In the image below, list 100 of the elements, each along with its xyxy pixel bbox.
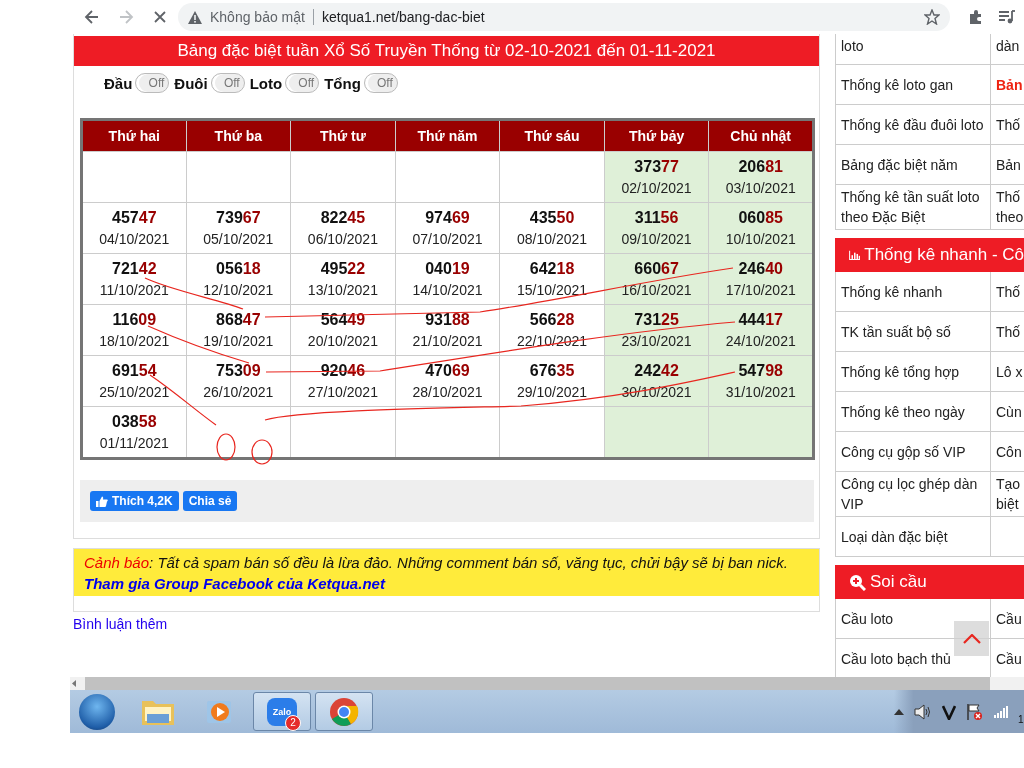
menu-link[interactable]: Thống kê tần suất loto theo Đặc Biệt [841,187,985,227]
menu-link[interactable]: TK tần suất bộ số [841,321,951,342]
star-icon[interactable] [924,9,940,25]
toggle-switch[interactable]: Off [285,73,320,93]
puzzle-icon[interactable] [968,9,984,25]
result-date: 22/10/2021 [516,333,589,349]
url-text[interactable]: ketqua1.net/bang-dac-biet [321,9,485,25]
result-date: 18/10/2021 [98,333,171,349]
result-date: 04/10/2021 [98,231,171,247]
result-date: 13/10/2021 [306,282,379,298]
menu-link[interactable]: Thống kê tổng hợp [841,361,960,382]
menu-link[interactable]: Thố [996,321,1021,342]
menu-link[interactable]: Bản [996,154,1021,175]
result-number: 97469 [424,209,471,227]
result-number: 72142 [111,260,158,278]
menu-link[interactable]: Thố [996,281,1021,302]
result-date: 21/10/2021 [411,333,484,349]
menu-link[interactable]: Thố theo [996,187,1024,227]
taskbar-button[interactable] [315,692,373,731]
warning-icon[interactable] [188,10,202,24]
media-icon[interactable] [998,9,1016,25]
column-header: Thứ tư [290,119,396,152]
menu-link[interactable]: Tạo biệt [996,474,1021,514]
result-date: 27/10/2021 [306,384,379,400]
v-icon[interactable] [942,703,956,720]
flag-icon[interactable] [966,702,984,721]
menu-link[interactable]: Thống kê đầu đuôi loto [841,114,984,135]
result-date: 24/10/2021 [724,333,797,349]
page-title: Bảng đặc biệt tuần Xổ Số Truyền Thống từ 02-10-2021 đến 01-11-2021 [74,36,819,66]
signal-icon[interactable] [994,705,1008,718]
toggle-label: Đuôi [174,74,208,92]
menu-link[interactable]: Cầu [996,608,1022,629]
column-header: Thứ bảy [604,119,709,152]
result-number: 11609 [111,311,158,329]
menu-link[interactable]: dàn [996,36,1020,56]
menu-link[interactable]: Bản [996,74,1023,95]
result-date: 09/10/2021 [620,231,693,247]
result-date: 23/10/2021 [620,333,693,349]
like-button[interactable]: Thích 4,2K [90,491,179,511]
toggle-label: Tổng [324,74,361,92]
column-header: Thứ ba [186,119,291,152]
start-button[interactable] [79,693,115,730]
share-button[interactable]: Chia sẻ [182,491,238,511]
menu-link[interactable]: Công cụ gộp số VIP [841,441,966,462]
result-date: 03/10/2021 [724,180,797,196]
column-header: Chủ nhật [708,119,814,152]
result-date: 28/10/2021 [411,384,484,400]
result-number: 93188 [424,311,471,329]
result-number: 31156 [633,209,680,227]
menu-link[interactable]: Bảng đặc biệt năm [841,154,958,175]
result-date: 26/10/2021 [202,384,275,400]
result-number: 69154 [111,362,158,380]
menu-link[interactable]: Loại dàn đặc biệt [841,526,948,547]
menu-link[interactable]: Thống kê nhanh [841,281,943,302]
facebook-group-link[interactable]: Tham gia Group Facebook của Ketqua.net [84,573,809,594]
notification-badge: 2 [285,715,301,731]
result-number: 24640 [737,260,784,278]
taskbar-button[interactable]: Zalo 2 [253,692,311,731]
menu-link[interactable]: Thố [996,114,1021,135]
toggle-switch[interactable]: Off [135,73,170,93]
menu-link[interactable]: Cùn [996,401,1022,422]
result-date: 05/10/2021 [202,231,275,247]
result-date: 17/10/2021 [724,282,797,298]
back-to-top-button[interactable] [954,621,989,656]
menu-link[interactable]: Cầu [996,648,1022,669]
result-number: 20681 [737,158,784,176]
result-date: 10/10/2021 [724,231,797,247]
browser-icon[interactable] [329,696,359,727]
scroll-left-icon[interactable] [70,679,79,688]
speaker-icon[interactable] [914,703,932,720]
result-date: 19/10/2021 [202,333,275,349]
toggle-switch[interactable]: Off [210,73,245,93]
menu-link[interactable]: loto [841,36,864,56]
security-label[interactable]: Không bảo mật [210,9,305,25]
result-number: 67635 [528,362,576,380]
more-comments-link[interactable]: Bình luận thêm [73,616,168,632]
toggle-label: Loto [249,74,283,92]
menu-link[interactable]: Lô x [996,361,1023,382]
result-date: 14/10/2021 [411,282,484,298]
warning-text: Cảnh báo: Tất cả spam bán số đều là lừa đảo. Những comment bán số, văng tục, chửi bậy sẽ bị ban nick. [84,553,789,573]
toggle-label: Đầu [104,74,133,92]
menu-link[interactable]: Công cụ lọc ghép dàn VIP [841,474,985,514]
thumbs-up-icon [96,495,108,507]
result-number: 66067 [633,260,680,278]
menu-link[interactable]: Cầu loto [841,608,894,629]
result-number: 73125 [633,311,680,329]
result-number: 06085 [737,209,784,227]
menu-link[interactable]: Thống kê theo ngày [841,401,965,422]
result-number: 04019 [424,260,471,278]
result-number: 73967 [215,209,262,227]
result-number: 43550 [528,209,576,227]
menu-link[interactable]: Cầu loto bạch thủ [841,648,951,669]
result-date: 29/10/2021 [516,384,589,400]
result-number: 03858 [111,413,158,431]
menu-link[interactable]: Thống kê loto gan [841,74,954,95]
result-date: 08/10/2021 [516,231,589,247]
caret-icon[interactable] [894,708,904,715]
result-date: 01/11/2021 [98,435,170,451]
menu-link[interactable]: Côn [996,441,1022,462]
toggle-switch[interactable]: Off [363,73,398,93]
